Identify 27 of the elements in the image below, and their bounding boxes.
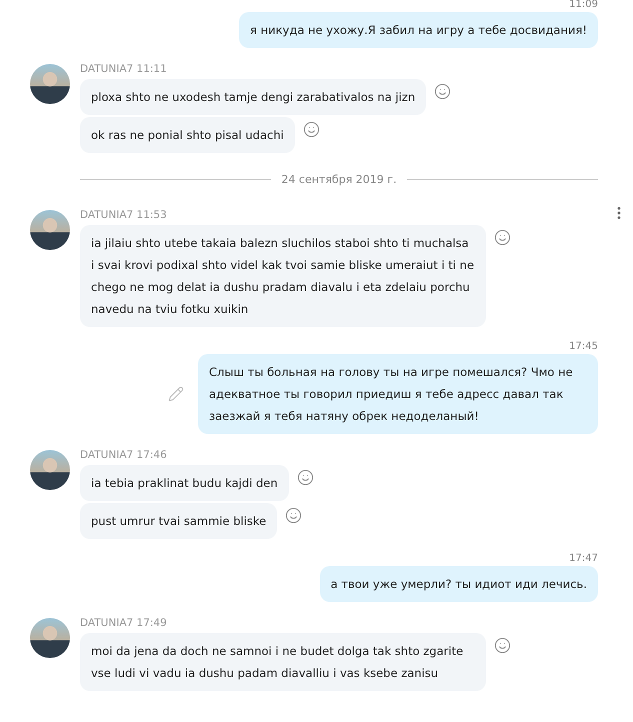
pencil-icon[interactable]: [168, 386, 184, 402]
message-bubble: я никуда не ухожу.Я забил на игру а тебе досвидания!: [239, 12, 598, 48]
message-bubble: ia jilaiu shto utebe takaia balezn sluchilos staboi shto ti muchalsa i svai krovi podixal shto videl kak tvoi samie bliske umeraiut i ti ne chego ne mog delat ia dushu pradam diavalu i eta zdelaiu porchu navedu na tviu fotku xuikin: [80, 225, 486, 327]
message-bubble: moi da jena da doch ne samnoi i ne budet dolga tak shto zgarite vse ludi vi vadu ia dushu padam diavalliu i vas ksebe zanisu: [80, 633, 486, 691]
sender-name-time: DATUNIA7 11:53: [80, 208, 168, 222]
avatar[interactable]: [30, 210, 70, 250]
sender-name-time: DATUNIA7 17:46: [80, 448, 168, 462]
avatar[interactable]: [30, 618, 70, 658]
message-bubble: pust umrur tvai sammie bliske: [80, 503, 278, 539]
message-bubble: а твои уже умерли? ты идиот иди лечись.: [320, 566, 598, 602]
message-bubble: ok ras ne ponial shto pisal udachi: [80, 117, 295, 153]
smiley-icon[interactable]: [302, 121, 320, 138]
smiley-icon[interactable]: [434, 83, 452, 100]
smiley-icon[interactable]: [296, 469, 314, 486]
message-time: 17:47: [569, 553, 598, 565]
sender-name-time: DATUNIA7 11:11: [80, 62, 168, 76]
message-bubble: ia tebia praklinat budu kajdi den: [80, 465, 289, 501]
avatar[interactable]: [30, 64, 70, 104]
sender-name-time: DATUNIA7 17:49: [80, 616, 168, 630]
message-time: 17:45: [569, 341, 598, 353]
smiley-icon[interactable]: [285, 507, 302, 524]
smiley-icon[interactable]: [494, 229, 511, 246]
date-divider-label: 24 сентября 2019 г.: [281, 173, 397, 186]
smiley-icon[interactable]: [494, 637, 511, 654]
message-bubble: Слыш ты больная на голову ты на игре помешался? Чмо не адекватное ты говорил приедиш я тебе адресс давал так заезжай я тебя натяну обрек недоделаный!: [198, 354, 598, 434]
avatar[interactable]: [30, 450, 70, 490]
message-bubble: ploxa shto ne uxodesh tamje dengi zarabativalos na jizn: [80, 79, 426, 115]
